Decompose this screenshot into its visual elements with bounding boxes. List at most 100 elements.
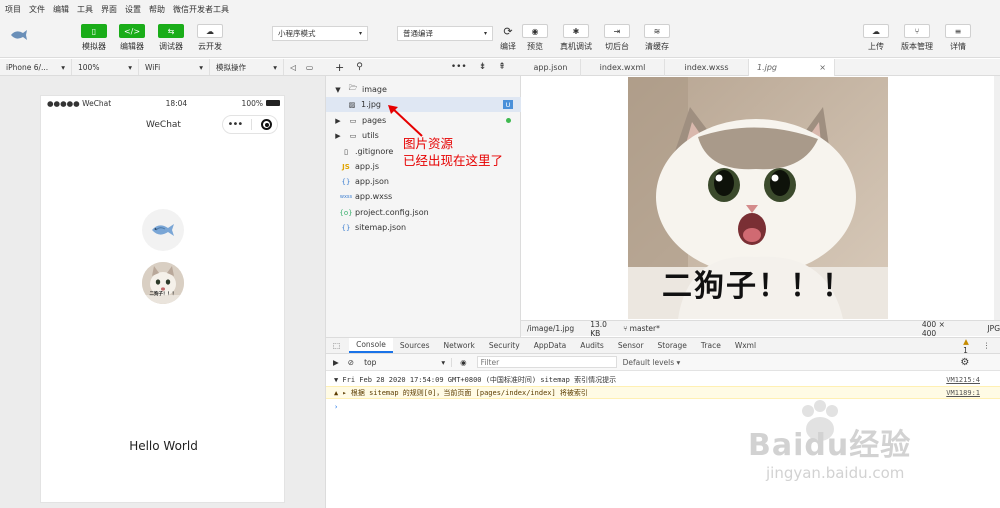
close-icon[interactable]: ×: [819, 63, 826, 72]
git-branch[interactable]: master*: [630, 324, 660, 333]
watermark-brand: Baidu经验: [748, 428, 912, 463]
compile-select[interactable]: 普通编译 ▾: [397, 26, 493, 41]
tree-item-sitemap-json[interactable]: {} sitemap.json: [326, 220, 521, 235]
menu-icon: ≡: [945, 24, 971, 38]
simulate-select[interactable]: 模拟操作 ▾: [210, 59, 284, 75]
caret-down-icon: ▾: [441, 357, 446, 367]
sort-icon[interactable]: ⇟: [479, 62, 487, 72]
cloud-dev-button[interactable]: ☁ 云开发: [190, 24, 230, 52]
inspect-icon[interactable]: ⬚: [333, 341, 340, 350]
more-icon[interactable]: •••: [228, 119, 244, 130]
status-dot: [506, 118, 511, 123]
tree-item-app-wxss[interactable]: wxss app.wxss: [326, 189, 521, 204]
file-icon: ▯: [344, 147, 348, 156]
menu-item-help[interactable]: 帮助: [149, 4, 165, 15]
details-button[interactable]: ≡ 详情: [938, 24, 978, 52]
sound-icon[interactable]: ◁: [284, 59, 300, 75]
folder-icon: ▭: [349, 116, 357, 125]
config-file-icon: {o}: [339, 208, 353, 217]
menu-item-settings[interactable]: 设置: [125, 4, 141, 15]
network-select[interactable]: WiFi ▾: [139, 59, 210, 75]
tree-item-label: pages: [362, 116, 387, 125]
chevron-right-icon: ▶: [335, 116, 341, 125]
tab-sources[interactable]: Sources: [393, 338, 437, 353]
version-button[interactable]: ⑂ 版本管理: [897, 24, 937, 52]
context-select[interactable]: top ▾: [364, 357, 453, 367]
menu-item-devtools[interactable]: 微信开发者工具: [173, 4, 229, 15]
tab-sensor[interactable]: Sensor: [611, 338, 651, 353]
device-select[interactable]: iPhone 6/... ▾: [0, 59, 72, 75]
remote-debug-button[interactable]: ✱ 真机调试: [556, 24, 596, 52]
menu-item-file[interactable]: 文件: [29, 4, 45, 15]
menu-item-edit[interactable]: 编辑: [53, 4, 69, 15]
mode-select[interactable]: 小程序模式 ▾: [272, 26, 368, 41]
cloud-upload-icon: ☁: [863, 24, 889, 38]
more-icon[interactable]: •••: [451, 62, 467, 72]
switch-background-icon: ⇥: [604, 24, 630, 38]
log-source-link[interactable]: VM1189:1: [946, 389, 980, 397]
devtools-tab-label: Security: [488, 341, 520, 350]
more-vertical-icon[interactable]: ⋮: [983, 341, 991, 350]
eye-icon[interactable]: ◉: [460, 358, 467, 367]
background-button[interactable]: ⇥ 切后台: [597, 24, 637, 52]
tab-1-jpg[interactable]: 1.jpg ×: [749, 59, 835, 76]
capsule-menu[interactable]: •••: [222, 115, 278, 134]
tab-index-wxss[interactable]: index.wxss: [665, 59, 749, 76]
carrier-text: ●●●●● WeChat: [47, 98, 112, 108]
tab-security[interactable]: Security: [482, 338, 527, 353]
zoom-select[interactable]: 100% ▾: [72, 59, 139, 75]
log-text: ▼ Fri Feb 28 2020 17:54:09 GMT+0800 (中国标…: [334, 375, 617, 384]
sidebar-toggle-icon[interactable]: ▶: [333, 358, 339, 367]
annotation-text: 图片资源 已经出现在这里了: [403, 135, 503, 169]
tab-audits[interactable]: Audits: [573, 338, 611, 353]
editor-scrollbar[interactable]: [994, 76, 1000, 320]
tree-item-image[interactable]: ▼ 🗁 image: [326, 82, 521, 97]
upload-button[interactable]: ☁ 上传: [856, 24, 896, 52]
debugger-toggle-button[interactable]: ⇆ 调试器: [151, 24, 191, 52]
close-miniprogram-icon[interactable]: [261, 119, 273, 130]
debug-icon: ⇆: [158, 24, 184, 38]
warning-count[interactable]: ▲ 1: [963, 337, 969, 355]
log-line-warning[interactable]: ▲ ▸ 根据 sitemap 的规则[0]，当前页面 [pages/index/…: [326, 386, 1000, 399]
preview-button[interactable]: ◉ 预览: [515, 24, 555, 52]
fish-icon: [152, 224, 174, 236]
tree-item-project-config[interactable]: {o} project.config.json: [326, 205, 521, 220]
tab-wxml[interactable]: Wxml: [728, 338, 763, 353]
menu-item-view[interactable]: 界面: [101, 4, 117, 15]
tab-app-json[interactable]: app.json: [521, 59, 581, 76]
status-time: 18:04: [165, 98, 188, 108]
console-filter-input[interactable]: [476, 356, 617, 368]
log-source-link[interactable]: VM1215:4: [946, 376, 980, 384]
add-icon[interactable]: +: [335, 61, 344, 74]
network-select-value: WiFi: [145, 62, 161, 72]
menu-item-project[interactable]: 项目: [5, 4, 21, 15]
tree-item-app-json[interactable]: {} app.json: [326, 174, 521, 189]
tab-index-wxml[interactable]: index.wxml: [581, 59, 665, 76]
gear-icon[interactable]: ⚙: [960, 357, 969, 368]
clear-console-icon[interactable]: ⊘: [348, 358, 354, 367]
collapse-icon[interactable]: ⇞: [498, 62, 506, 72]
tab-storage[interactable]: Storage: [651, 338, 694, 353]
tab-trace[interactable]: Trace: [694, 338, 728, 353]
tab-network[interactable]: Network: [437, 338, 482, 353]
screen-icon[interactable]: ▭: [300, 59, 316, 75]
log-line[interactable]: ▼ Fri Feb 28 2020 17:54:09 GMT+0800 (中国标…: [326, 373, 1000, 386]
tab-console[interactable]: Console: [349, 338, 393, 353]
simulator-label: 模拟器: [82, 42, 106, 51]
image-format: JPG: [987, 324, 1000, 333]
folder-open-icon: 🗁: [348, 84, 358, 92]
log-levels-select[interactable]: Default levels ▾: [623, 358, 681, 367]
remote-debug-label: 真机调试: [560, 42, 592, 51]
clear-cache-button[interactable]: ≋ 清缓存: [637, 24, 677, 52]
compile-label: 编译: [500, 42, 516, 51]
image-caption: 二狗子！！！: [662, 269, 854, 304]
context-select-value: top: [364, 357, 377, 367]
debugger-label: 调试器: [159, 42, 183, 51]
app-logo-icon: [10, 28, 28, 42]
tab-appdata[interactable]: AppData: [527, 338, 574, 353]
search-icon[interactable]: ⚲: [356, 62, 363, 72]
menu-item-tools[interactable]: 工具: [77, 4, 93, 15]
editor-toggle-button[interactable]: </> 编辑器: [112, 24, 152, 52]
simulator-toggle-button[interactable]: ▯ 模拟器: [74, 24, 114, 52]
editor-label: 编辑器: [120, 42, 144, 51]
